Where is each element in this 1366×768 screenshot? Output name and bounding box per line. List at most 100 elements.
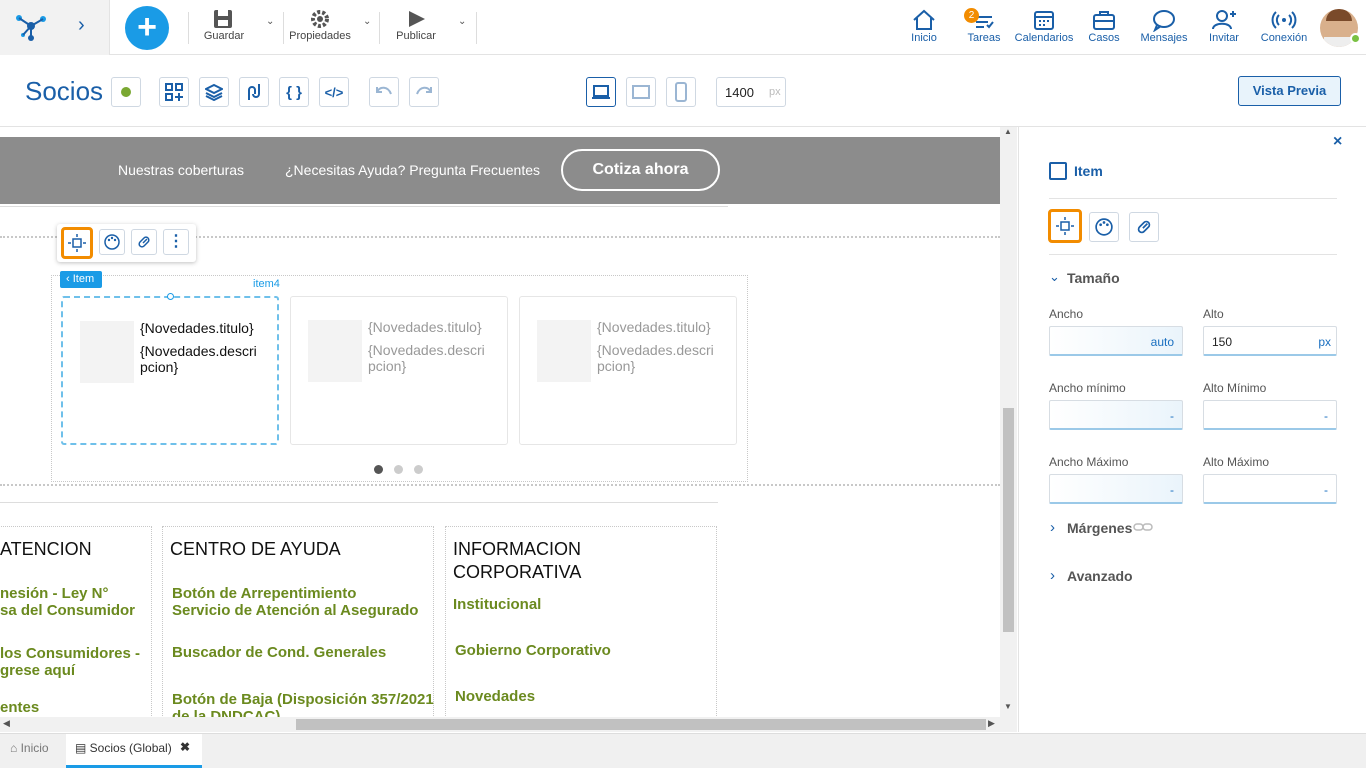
scroll-right-arrow-icon[interactable]: ▶ — [988, 718, 995, 729]
layers-button[interactable] — [199, 77, 229, 107]
site-menu-item[interactable]: ¿Necesitas Ayuda? Pregunta Frecuentes — [285, 162, 540, 178]
footer-link[interactable]: entes — [0, 699, 39, 716]
carousel-dot[interactable] — [394, 465, 403, 474]
item-id-label: item4 — [253, 278, 280, 290]
nav-tareas[interactable]: Tareas 2 — [954, 8, 1014, 44]
connection-icon — [1271, 11, 1297, 29]
palette-icon — [1095, 218, 1113, 236]
add-button[interactable]: + — [125, 6, 169, 50]
min-height-input[interactable]: - — [1203, 400, 1337, 430]
components-button[interactable] — [159, 77, 189, 107]
scroll-up-arrow-icon[interactable]: ▲ — [1004, 127, 1012, 136]
link-chain-icon[interactable] — [1133, 521, 1153, 533]
variables-button[interactable]: { } — [279, 77, 309, 107]
desktop-view-button[interactable] — [586, 77, 616, 107]
properties-dropdown-chevron-icon[interactable]: ⌄ — [363, 16, 371, 27]
chat-icon — [1153, 10, 1175, 32]
nav-invitar[interactable]: Invitar — [1194, 8, 1254, 44]
nav-calendarios[interactable]: Calendarios — [1014, 8, 1074, 44]
scroll-left-arrow-icon[interactable]: ◀ — [3, 718, 10, 729]
chevron-right-icon[interactable]: › — [1050, 567, 1055, 584]
save-icon — [214, 10, 232, 28]
size-tool-button[interactable] — [61, 227, 93, 259]
tablet-view-button[interactable] — [626, 77, 656, 107]
carousel-card[interactable]: {Novedades.titulo} {Novedades.descri pci… — [519, 296, 737, 445]
footer-link[interactable]: de la DNDCAC) — [172, 708, 280, 717]
site-menu-item[interactable]: Nuestras coberturas — [118, 162, 244, 178]
more-options-icon[interactable]: ⋮ — [163, 229, 189, 255]
horizontal-scrollbar[interactable]: ◀ ▶ — [0, 717, 1000, 732]
tab-inicio-label: Inicio — [20, 741, 49, 755]
footer-link[interactable]: Novedades — [455, 688, 535, 705]
status-button[interactable] — [111, 77, 141, 107]
footer-link[interactable]: Botón de Arrepentimiento — [172, 585, 356, 602]
chevron-left-icon: ‹ — [66, 273, 73, 285]
footer-link[interactable]: Servicio de Atención al Asegurado — [172, 602, 418, 619]
nav-conexion[interactable]: Conexión — [1254, 8, 1314, 44]
close-icon[interactable]: × — [1333, 133, 1342, 151]
publish-label: Publicar — [396, 30, 436, 42]
nav-inicio[interactable]: Inicio — [894, 8, 954, 44]
footer-link[interactable]: Institucional — [453, 596, 541, 613]
nav-casos[interactable]: Casos — [1074, 8, 1134, 44]
mobile-view-button[interactable] — [666, 77, 696, 107]
margins-section-header[interactable]: Márgenes — [1067, 520, 1132, 536]
size-section-header[interactable]: Tamaño — [1067, 270, 1120, 286]
publish-button[interactable]: Publicar — [390, 6, 442, 50]
style-tool-button[interactable] — [99, 229, 125, 255]
flow-button[interactable] — [239, 77, 269, 107]
redo-button[interactable] — [409, 77, 439, 107]
footer-link[interactable]: grese aquí — [0, 662, 75, 679]
max-height-input[interactable]: - — [1203, 474, 1337, 504]
preview-button[interactable]: Vista Previa — [1238, 76, 1341, 106]
footer-link[interactable]: Buscador de Cond. Generales — [172, 644, 386, 661]
design-canvas[interactable]: Nuestras coberturas ¿Necesitas Ayuda? Pr… — [0, 127, 1000, 717]
resize-handle[interactable] — [167, 293, 174, 300]
max-width-input[interactable]: - — [1049, 474, 1183, 504]
save-button[interactable]: Guardar — [198, 6, 250, 50]
publish-dropdown-chevron-icon[interactable]: ⌄ — [458, 16, 466, 27]
undo-button[interactable] — [369, 77, 399, 107]
horizontal-scrollbar-thumb[interactable] — [296, 719, 986, 730]
min-width-input[interactable]: - — [1049, 400, 1183, 430]
nav-mensajes[interactable]: Mensajes — [1134, 8, 1194, 44]
bottom-tab-bar: ⌂ Inicio ▤ Socios (Global) ✖ — [0, 733, 1366, 768]
save-dropdown-chevron-icon[interactable]: ⌄ — [266, 16, 274, 27]
vertical-scrollbar[interactable]: ▲ ▼ — [1000, 127, 1017, 732]
quote-cta-button[interactable]: Cotiza ahora — [561, 149, 720, 191]
card-title: {Novedades.titulo} — [597, 319, 711, 335]
advanced-section-header[interactable]: Avanzado — [1067, 568, 1133, 584]
footer-link[interactable]: los Consumidores - — [0, 645, 140, 662]
carousel-card-selected[interactable]: {Novedades.titulo} {Novedades.descri pci… — [61, 293, 279, 445]
tab-inicio[interactable]: ⌂ Inicio — [0, 734, 65, 768]
height-input[interactable]: 150 px — [1203, 326, 1337, 356]
footer-link[interactable]: sa del Consumidor — [0, 602, 135, 619]
carousel-card[interactable]: {Novedades.titulo} {Novedades.descri pci… — [290, 296, 508, 445]
selected-item-tag[interactable]: ‹ Item — [60, 271, 102, 288]
size-tab-button[interactable] — [1048, 209, 1082, 243]
properties-button[interactable]: Propiedades — [288, 6, 352, 50]
code-button[interactable]: </> — [319, 77, 349, 107]
canvas-width-input[interactable]: 1400 px — [716, 77, 786, 107]
scroll-down-arrow-icon[interactable]: ▼ — [1004, 702, 1012, 711]
footer-link[interactable]: nesión - Ley N° — [0, 585, 109, 602]
app-logo-cell[interactable]: › — [0, 0, 110, 55]
style-tab-button[interactable] — [1089, 212, 1119, 242]
card-description: {Novedades.descri — [368, 342, 485, 358]
link-tab-button[interactable] — [1129, 212, 1159, 242]
tab-socios[interactable]: ▤ Socios (Global) ✖ — [66, 734, 202, 768]
footer-link[interactable]: Botón de Baja (Disposición 357/2021 — [172, 691, 434, 708]
app-logo-icon — [16, 15, 46, 41]
carousel-dot-active[interactable] — [374, 465, 383, 474]
expand-chevron-icon[interactable]: › — [78, 14, 85, 37]
mobile-icon — [675, 82, 687, 102]
chevron-down-icon[interactable]: ⌄ — [1049, 269, 1060, 285]
chevron-right-icon[interactable]: › — [1050, 519, 1055, 536]
width-input[interactable]: auto — [1049, 326, 1183, 356]
close-tab-icon[interactable]: ✖ — [180, 740, 190, 754]
vertical-scrollbar-thumb[interactable] — [1003, 408, 1014, 632]
carousel-dot[interactable] — [414, 465, 423, 474]
link-tool-button[interactable] — [131, 229, 157, 255]
redo-icon — [416, 86, 432, 95]
footer-link[interactable]: Gobierno Corporativo — [455, 642, 611, 659]
